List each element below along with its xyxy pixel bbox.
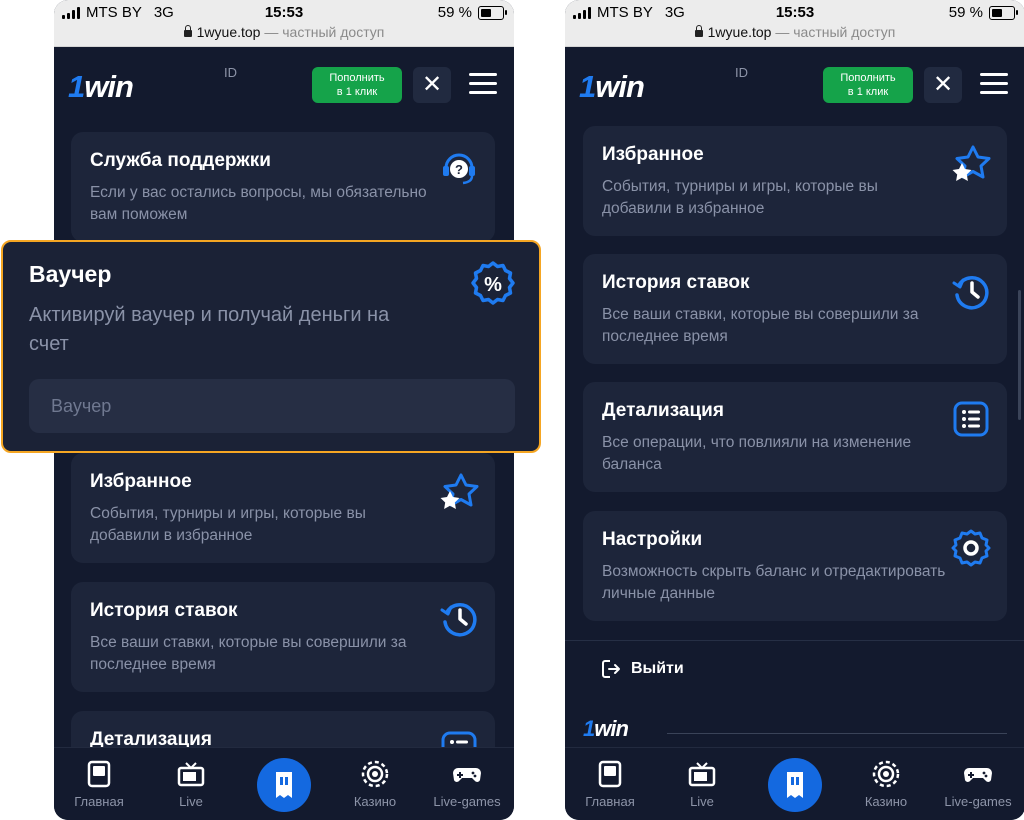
lock-icon [694,25,703,37]
card-title: Избранное [90,471,192,492]
headset-question-icon: ? [443,153,475,185]
url-suffix: — частный доступ [264,24,385,40]
voucher-description: Активируй ваучер и получай деньги на сче… [29,304,390,355]
voucher-input[interactable] [29,379,515,433]
logout-button[interactable]: Выйти [601,659,684,679]
nav-live-games[interactable]: Live-games [938,760,1018,809]
history-clock-icon [952,276,989,310]
percent-badge-icon: % [471,261,515,305]
card-description: Если у вас остались вопросы, мы обязател… [90,184,427,223]
list-icon [953,401,989,437]
ticket-icon [276,772,292,798]
bet-slip-button[interactable] [257,758,311,812]
voucher-card[interactable]: Ваучер Активируй ваучер и получай деньги… [1,240,541,453]
close-button[interactable]: ✕ [413,67,451,103]
home-phone-icon [87,760,111,788]
app-header: 1win ID Пополнить в 1 клик ✕ [565,47,1024,125]
logo[interactable]: 1win [579,69,645,105]
card-title: История ставок [90,600,238,621]
nav-casino[interactable]: Казино [846,760,926,809]
voucher-title: Ваучер [29,261,112,287]
ticket-icon [787,772,803,798]
menu-card-bet-history[interactable]: История ставок Все ваши ставки, которые … [583,254,1007,364]
gamepad-icon [453,768,481,782]
menu-icon[interactable] [980,73,1008,95]
status-bar: MTS BY 3G 15:53 59 % 1wyue.top — частный… [565,0,1024,47]
gamepad-icon [964,768,992,782]
menu-card-favorites[interactable]: Избранное События, турниры и игры, котор… [71,453,495,563]
bottom-navigation: Главная Live Казино Live-games [54,747,514,820]
svg-text:%: % [484,274,502,296]
card-title: Служба поддержки [90,150,271,171]
scrollbar[interactable] [1018,290,1021,420]
card-description: Все ваши ставки, которые вы совершили за… [90,634,407,673]
card-title: Настройки [602,529,703,550]
user-id-label: ID [224,65,237,80]
user-id-label: ID [735,65,748,80]
card-description: Возможность скрыть баланс и отредактиров… [602,563,946,602]
nav-live[interactable]: Live [662,760,742,809]
svg-text:?: ? [455,162,463,177]
nav-home[interactable]: Главная [570,760,650,809]
section-divider [565,640,1024,641]
app-header: 1win ID Пополнить в 1 клик ✕ [54,47,514,125]
menu-card-favorites[interactable]: Избранное События, турниры и игры, котор… [583,126,1007,236]
casino-chip-icon [361,760,389,788]
gear-icon [951,529,991,567]
card-title: Избранное [602,144,704,165]
nav-casino[interactable]: Казино [335,760,415,809]
card-description: События, турниры и игры, которые вы доба… [90,505,366,544]
card-description: События, турниры и игры, которые вы доба… [602,178,878,217]
phone-screen-right: MTS BY 3G 15:53 59 % 1wyue.top — частный… [565,0,1024,820]
bet-slip-button[interactable] [768,758,822,812]
footer-divider [667,733,1007,734]
battery-percent: 59 % [437,4,472,21]
address-bar[interactable]: 1wyue.top — частный доступ [54,24,514,40]
card-title: Детализация [602,400,724,421]
logout-icon [602,660,620,678]
menu-card-support[interactable]: Служба поддержки Если у вас остались воп… [71,132,495,242]
home-phone-icon [598,760,622,788]
menu-card-details[interactable]: Детализация Все операции, что повлияли н… [583,382,1007,492]
tv-icon [688,762,716,787]
card-description: Все ваши ставки, которые вы совершили за… [602,306,919,345]
tv-icon [177,762,205,787]
deposit-button[interactable]: Пополнить в 1 клик [312,67,402,103]
nav-live-games[interactable]: Live-games [427,760,507,809]
star-icon [440,473,479,509]
logo[interactable]: 1win [68,69,134,105]
battery-icon [478,5,507,20]
url-domain: 1wyue.top [707,24,772,40]
menu-card-bet-history[interactable]: История ставок Все ваши ставки, которые … [71,582,495,692]
bottom-navigation: Главная Live Казино Live-games [565,747,1024,820]
menu-card-settings[interactable]: Настройки Возможность скрыть баланс и от… [583,511,1007,621]
lock-icon [183,25,192,37]
url-domain: 1wyue.top [196,24,261,40]
battery-icon [989,5,1018,20]
status-bar: MTS BY 3G 15:53 59 % 1wyue.top — частный… [54,0,514,47]
deposit-button[interactable]: Пополнить в 1 клик [823,67,913,103]
footer-logo: 1win [583,716,629,741]
card-description: Все операции, что повлияли на изменение … [602,434,912,473]
nav-home[interactable]: Главная [59,760,139,809]
url-suffix: — частный доступ [775,24,896,40]
casino-chip-icon [872,760,900,788]
history-clock-icon [440,603,477,637]
menu-icon[interactable] [469,73,497,95]
address-bar[interactable]: 1wyue.top — частный доступ [565,24,1024,40]
close-button[interactable]: ✕ [924,67,962,103]
battery-percent: 59 % [948,4,983,21]
card-title: История ставок [602,272,750,293]
nav-live[interactable]: Live [151,760,231,809]
star-icon [952,145,991,181]
